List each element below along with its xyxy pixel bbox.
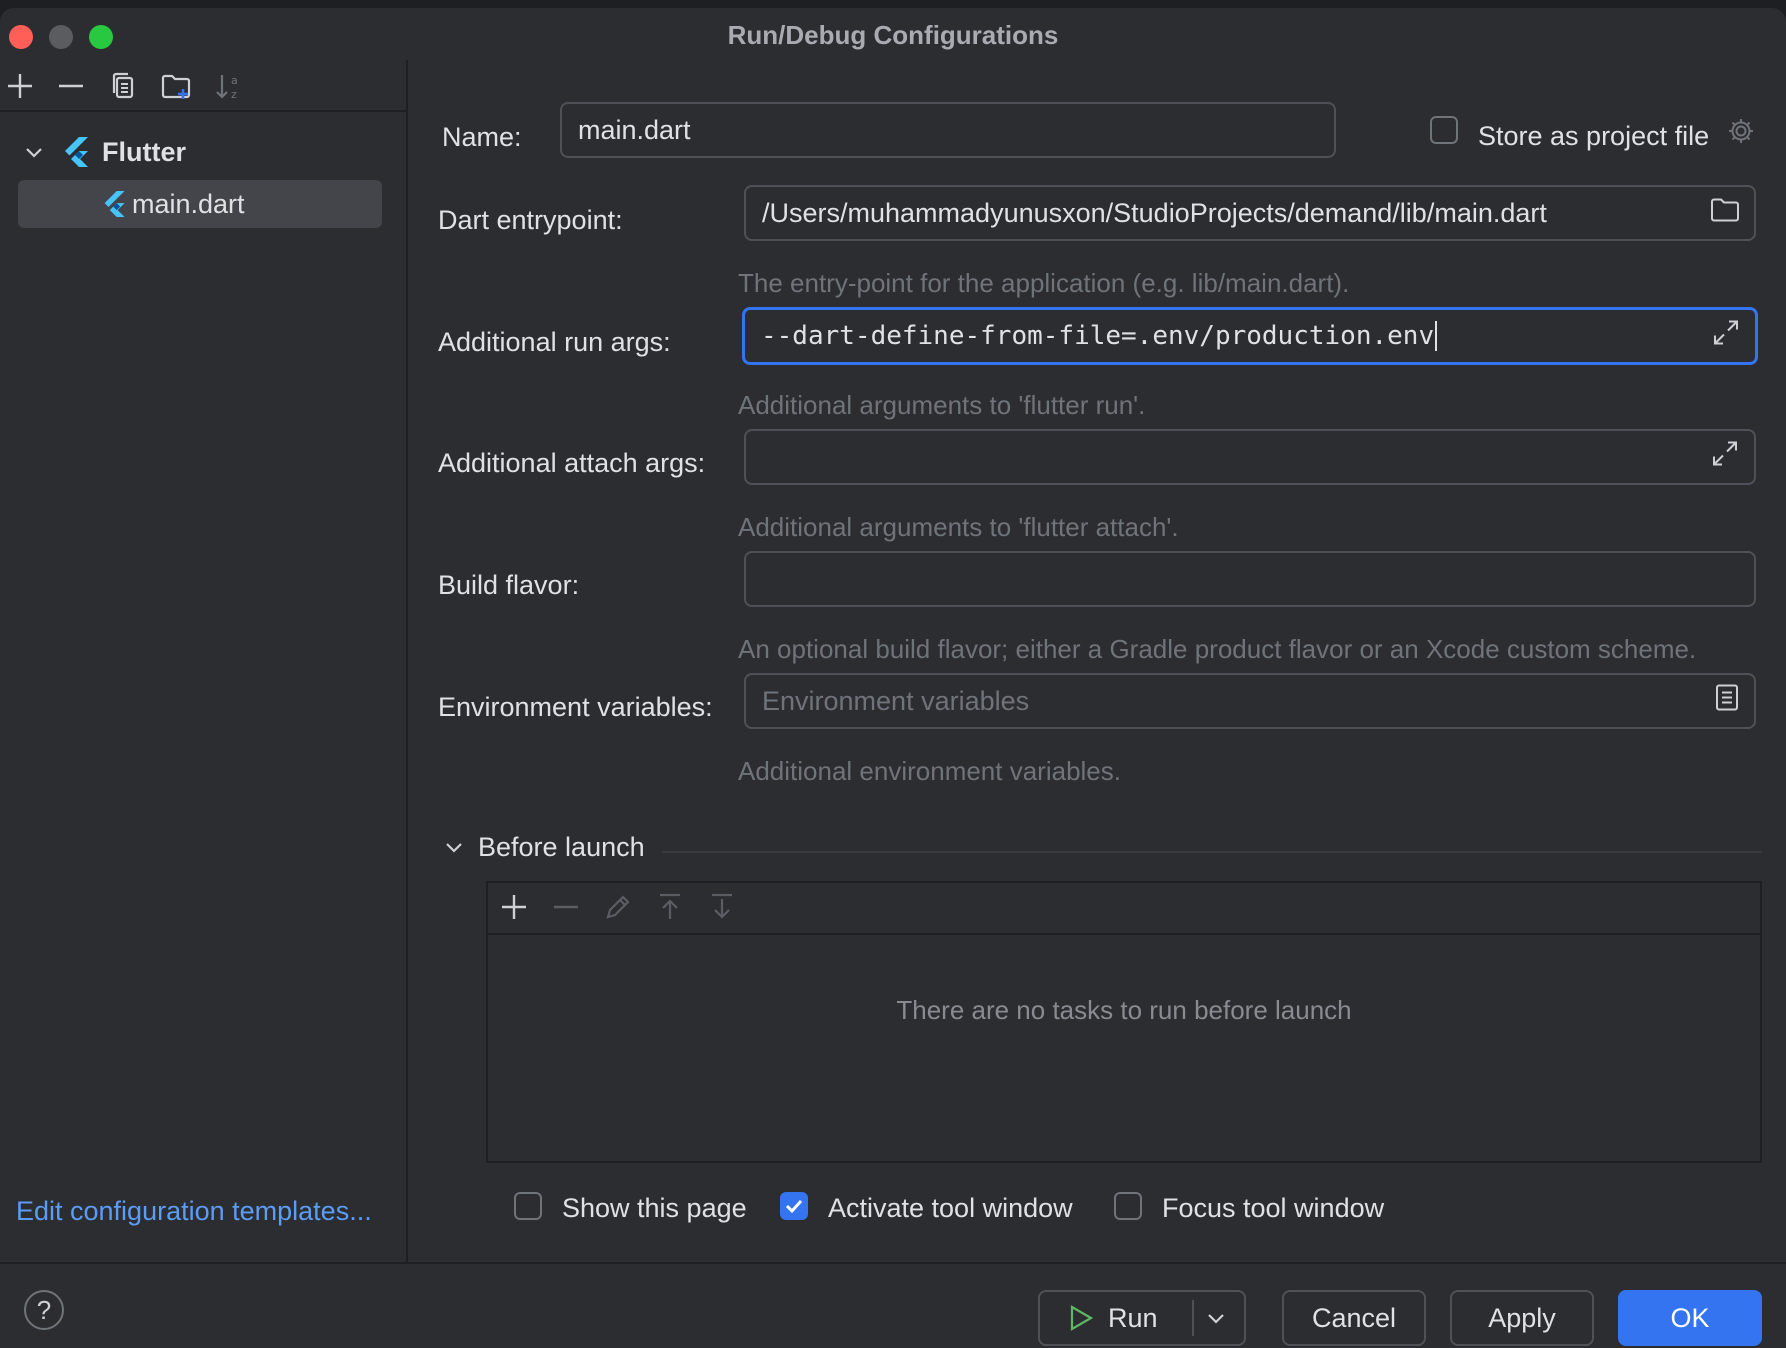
env-variables-field[interactable]: Environment variables (744, 673, 1756, 729)
show-this-page-label: Show this page (562, 1193, 747, 1223)
show-this-page-checkbox[interactable] (514, 1192, 542, 1220)
before-launch-empty-text: There are no tasks to run before launch (896, 995, 1352, 1025)
run-button-label: Run (1108, 1302, 1158, 1333)
title-bar: Run/Debug Configurations (0, 8, 1786, 60)
build-flavor-label: Build flavor: (438, 570, 580, 600)
checkmark-icon (785, 1199, 803, 1214)
play-icon (1068, 1304, 1094, 1332)
tree-item-label: main.dart (132, 188, 245, 219)
add-icon[interactable] (4, 70, 36, 102)
gear-icon[interactable] (1726, 116, 1756, 146)
name-label: Name: (442, 122, 522, 152)
focus-tool-window-checkbox[interactable] (1114, 1192, 1142, 1220)
add-icon[interactable] (498, 891, 530, 923)
configurations-sidebar: az Flutter main.dart Edit configuration … (0, 60, 408, 1262)
env-variables-label: Environment variables: (438, 692, 713, 722)
move-down-icon[interactable] (706, 891, 738, 923)
tree-group-flutter[interactable]: Flutter (22, 130, 186, 174)
flutter-icon (102, 190, 128, 218)
apply-button[interactable]: Apply (1450, 1290, 1594, 1346)
text-cursor (1435, 321, 1438, 351)
ok-button[interactable]: OK (1618, 1290, 1762, 1346)
configuration-form: Name: main.dart Store as project file Da… (408, 60, 1786, 1262)
edit-icon[interactable] (602, 891, 634, 923)
chevron-down-icon[interactable] (1204, 1306, 1228, 1330)
run-args-label: Additional run args: (438, 327, 671, 357)
remove-icon[interactable] (550, 891, 582, 923)
dialog-footer: ? Run Cancel Apply OK (0, 1262, 1786, 1348)
svg-text:z: z (231, 88, 237, 101)
attach-args-hint: Additional arguments to 'flutter attach'… (738, 512, 1179, 542)
section-divider (662, 851, 1762, 853)
split-divider (1192, 1300, 1194, 1336)
chevron-down-icon[interactable] (22, 140, 46, 164)
name-value: main.dart (578, 114, 691, 145)
env-variables-placeholder: Environment variables (762, 685, 1030, 716)
run-args-value: --dart-define-from-file=.env/production.… (761, 321, 1435, 351)
window-title: Run/Debug Configurations (727, 20, 1059, 50)
remove-icon[interactable] (55, 70, 87, 102)
flutter-icon (62, 136, 92, 168)
before-launch-title: Before launch (478, 832, 645, 862)
run-args-field[interactable]: --dart-define-from-file=.env/production.… (742, 307, 1758, 365)
run-args-hint: Additional arguments to 'flutter run'. (738, 390, 1146, 420)
focus-tool-window-label: Focus tool window (1162, 1193, 1385, 1223)
dart-entrypoint-hint: The entry-point for the application (e.g… (738, 268, 1350, 298)
build-flavor-field[interactable] (744, 551, 1756, 607)
env-variables-hint: Additional environment variables. (738, 756, 1121, 786)
sort-icon[interactable]: az (213, 70, 245, 102)
run-debug-configurations-window: Run/Debug Configurations az Flutter main… (0, 8, 1786, 1348)
attach-args-label: Additional attach args: (438, 448, 706, 478)
attach-args-field[interactable] (744, 429, 1756, 485)
build-flavor-hint: An optional build flavor; either a Gradl… (738, 634, 1697, 664)
before-launch-tasks-panel: There are no tasks to run before launch (486, 881, 1762, 1163)
dart-entrypoint-label: Dart entrypoint: (438, 205, 623, 235)
activate-tool-window-label: Activate tool window (828, 1193, 1073, 1223)
store-as-project-file-checkbox[interactable] (1430, 116, 1458, 144)
dart-entrypoint-field[interactable]: /Users/muhammadyunusxon/StudioProjects/d… (744, 185, 1756, 241)
document-icon[interactable] (1714, 683, 1740, 720)
move-up-icon[interactable] (654, 891, 686, 923)
expand-icon[interactable] (1711, 318, 1741, 355)
expand-icon[interactable] (1710, 439, 1740, 476)
run-split-button[interactable]: Run (1038, 1290, 1246, 1346)
edit-configuration-templates-link[interactable]: Edit configuration templates... (16, 1196, 372, 1227)
cancel-button[interactable]: Cancel (1282, 1290, 1426, 1346)
help-icon[interactable]: ? (24, 1290, 64, 1330)
dart-entrypoint-value: /Users/muhammadyunusxon/StudioProjects/d… (762, 197, 1547, 228)
activate-tool-window-checkbox[interactable] (780, 1192, 808, 1220)
tree-item-main-dart[interactable]: main.dart (18, 180, 382, 228)
svg-text:a: a (231, 74, 238, 87)
folder-icon[interactable] (1710, 197, 1740, 230)
sidebar-toolbar: az (0, 60, 406, 112)
name-field[interactable]: main.dart (560, 102, 1336, 158)
new-folder-icon[interactable] (160, 70, 192, 102)
chevron-down-icon[interactable] (442, 835, 466, 859)
before-launch-toolbar (488, 883, 1760, 935)
store-as-project-file-label: Store as project file (1478, 121, 1710, 151)
tree-group-label: Flutter (102, 136, 186, 167)
copy-icon[interactable] (108, 70, 140, 102)
